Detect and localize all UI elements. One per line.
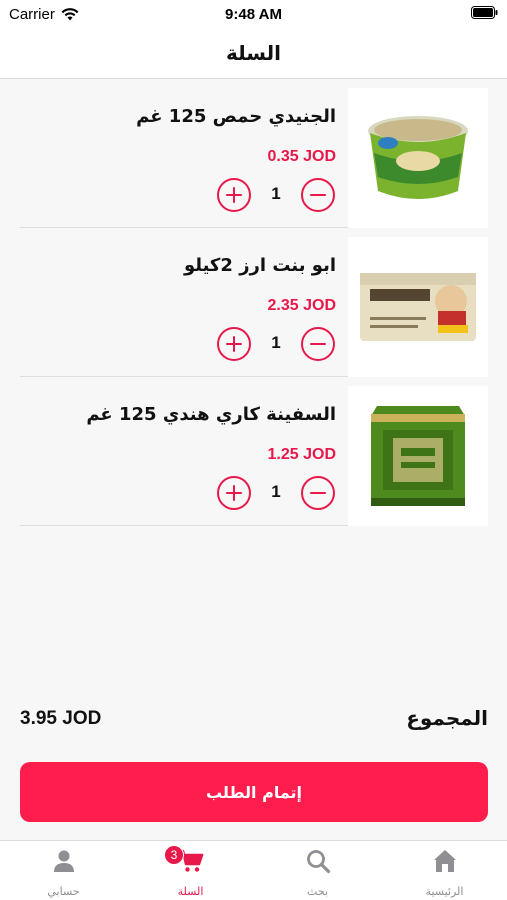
product-name: الجنيدي حمص 125 غم <box>136 106 336 127</box>
tab-label: السلة <box>177 885 204 898</box>
quantity-stepper: 1 <box>217 476 335 512</box>
cart-item[interactable]: ابو بنت ارز 2كيلو 2.35 JOD 1 <box>20 228 488 377</box>
tab-label: حسابي <box>47 885 80 898</box>
tab-label: بحث <box>307 885 328 898</box>
product-price: 0.35 JOD <box>267 148 336 165</box>
cart-list: الجنيدي حمص 125 غم 0.35 JOD 1 ابو بنت ار… <box>20 79 488 526</box>
checkout-button[interactable]: إتمام الطلب <box>20 762 488 822</box>
page-title: السلة <box>225 41 281 65</box>
clock: 9:48 AM <box>225 6 282 23</box>
product-name: السفينة كاري هندي 125 غم <box>86 404 336 425</box>
decrease-quantity-button[interactable] <box>301 327 335 361</box>
tab-account[interactable]: حسابي <box>0 841 127 900</box>
rice-bag-image <box>360 273 476 341</box>
cart-count-badge: 3 <box>164 845 184 865</box>
product-image[interactable] <box>348 88 488 228</box>
product-image[interactable] <box>348 237 488 377</box>
product-name: ابو بنت ارز 2كيلو <box>183 255 336 276</box>
tab-label: الرئيسية <box>425 885 464 898</box>
product-price: 1.25 JOD <box>267 446 336 463</box>
tab-cart[interactable]: 3 السلة <box>127 841 254 900</box>
increase-quantity-button[interactable] <box>217 327 251 361</box>
quantity-stepper: 1 <box>217 178 335 214</box>
tab-bar: حسابي 3 السلة بحث الرئيسية <box>0 840 507 900</box>
navigation-bar: السلة <box>0 28 507 79</box>
status-bar: Carrier 9:48 AM <box>0 0 507 28</box>
cart-item[interactable]: الجنيدي حمص 125 غم 0.35 JOD 1 <box>20 79 488 228</box>
search-icon <box>306 850 330 874</box>
increase-quantity-button[interactable] <box>217 476 251 510</box>
quantity-value: 1 <box>271 482 281 501</box>
curry-tin-image <box>371 406 465 506</box>
battery-icon <box>471 6 498 23</box>
tab-home[interactable]: الرئيسية <box>381 841 507 900</box>
product-image[interactable] <box>348 386 488 526</box>
decrease-quantity-button[interactable] <box>301 476 335 510</box>
decrease-quantity-button[interactable] <box>301 178 335 212</box>
person-icon <box>53 850 74 872</box>
tab-search[interactable]: بحث <box>254 841 381 900</box>
quantity-stepper: 1 <box>217 327 335 363</box>
checkout-label: إتمام الطلب <box>205 782 303 802</box>
total-amount: 3.95 JOD <box>20 708 102 729</box>
order-total: 3.95 JOD المجموع <box>20 704 488 738</box>
total-label: المجموع <box>406 706 488 730</box>
home-icon <box>433 850 456 872</box>
cart-item[interactable]: السفينة كاري هندي 125 غم 1.25 JOD 1 <box>20 377 488 526</box>
product-price: 2.35 JOD <box>267 297 336 314</box>
quantity-value: 1 <box>271 184 281 203</box>
increase-quantity-button[interactable] <box>217 178 251 212</box>
hummus-can-image <box>368 116 468 199</box>
quantity-value: 1 <box>271 333 281 352</box>
